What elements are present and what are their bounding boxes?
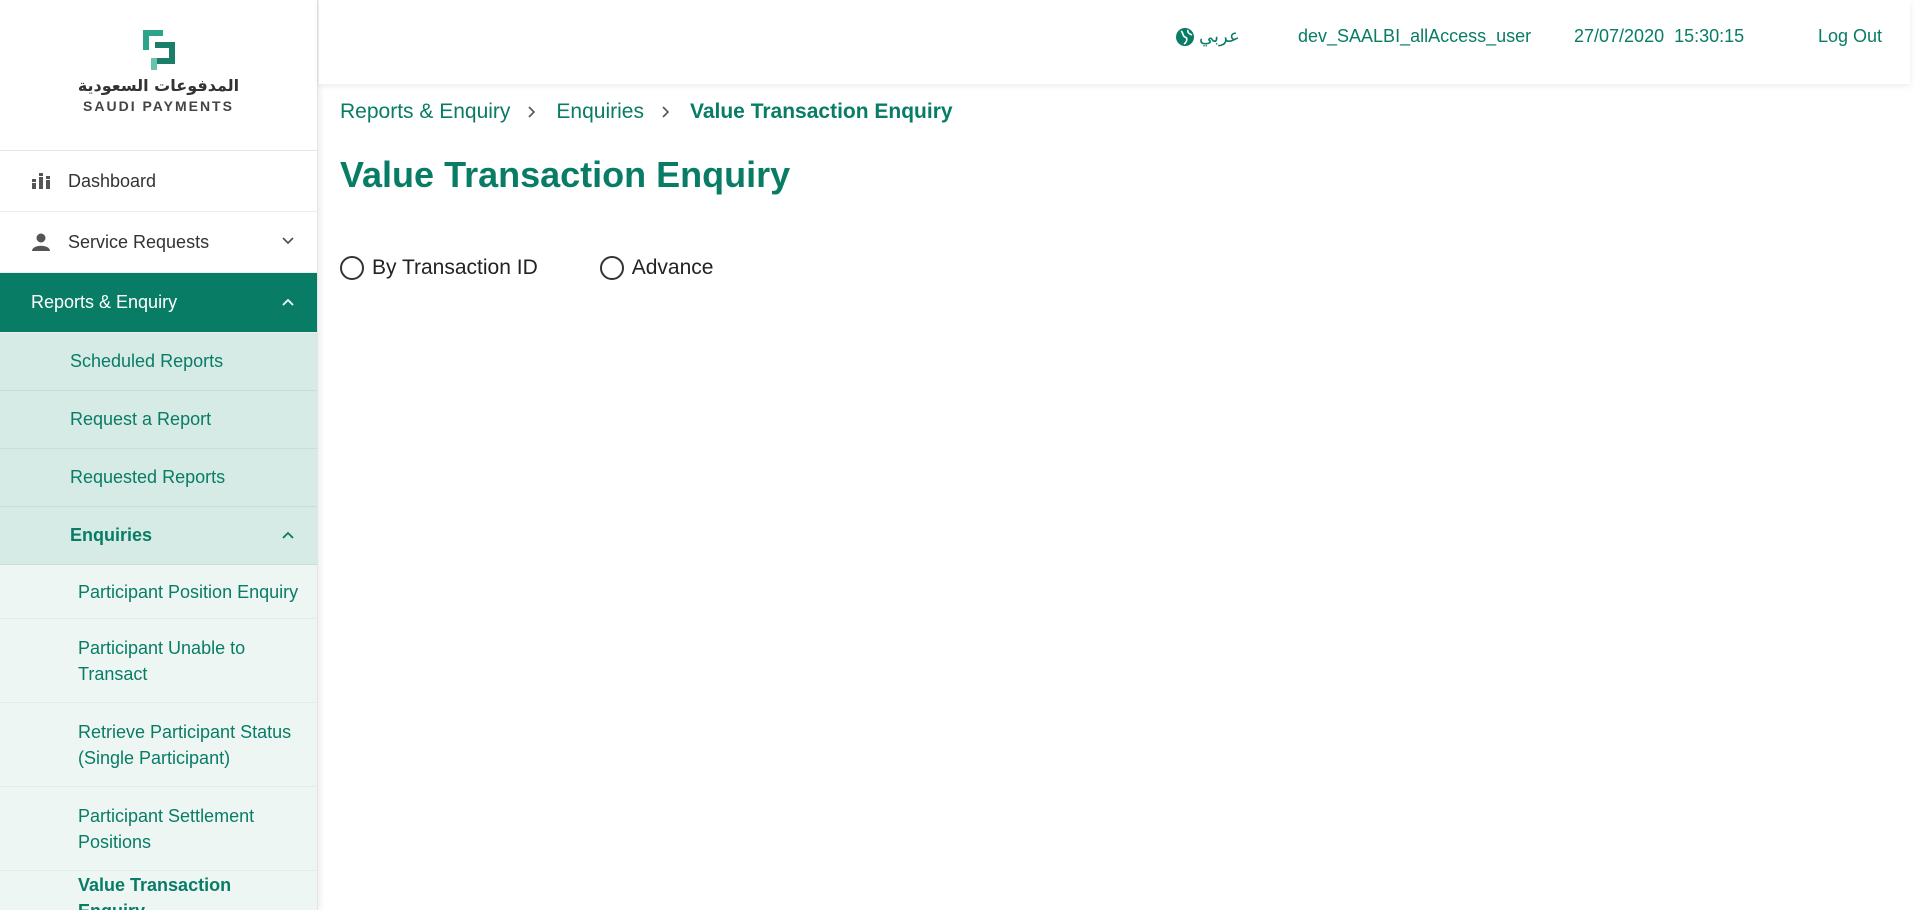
radio-label: Advance <box>631 256 714 279</box>
sidebar-item-label: Service Requests <box>68 231 210 252</box>
sidebar-item-label: Participant Settlement Positions <box>78 805 255 852</box>
sidebar-item-label: Request a Report <box>70 409 212 429</box>
sidebar-item-retrieve-participant-status[interactable]: Retrieve Participant Status (Single Part… <box>0 703 317 787</box>
logo-arabic-text: المدفوعات السعودية <box>77 76 240 95</box>
sidebar-item-label: Retrieve Participant Status (Single Part… <box>78 721 292 768</box>
chevron-down-icon <box>282 237 294 245</box>
logout-button[interactable]: Log Out <box>1818 26 1882 47</box>
sidebar-item-request-a-report[interactable]: Request a Report <box>0 391 317 449</box>
language-switch[interactable]: عربي <box>1175 26 1240 47</box>
breadcrumb-item-reports-enquiry[interactable]: Reports & Enquiry <box>340 100 510 124</box>
breadcrumb-item-current: Value Transaction Enquiry <box>689 100 953 123</box>
logo-english-text: SAUDI PAYMENTS <box>83 98 234 114</box>
sidebar-item-participant-settlement-positions[interactable]: Participant Settlement Positions <box>0 787 317 871</box>
enquiry-type-radio-group: By Transaction ID Advance <box>340 256 775 280</box>
sidebar-item-label: Reports & Enquiry <box>31 292 178 312</box>
chevron-right-icon <box>662 106 670 118</box>
sidebar-item-label: Enquiries <box>70 525 153 545</box>
top-header: عربي dev_SAALBI_allAccess_user 27/07/202… <box>319 0 1910 84</box>
user-icon <box>30 233 52 251</box>
sidebar-item-value-transaction-enquiry[interactable]: Value Transaction Enquiry <box>0 871 317 910</box>
sidebar-item-scheduled-reports[interactable]: Scheduled Reports <box>0 333 317 391</box>
radio-by-transaction-id[interactable]: By Transaction ID <box>340 256 538 280</box>
chevron-up-icon <box>282 531 294 539</box>
chevron-up-icon <box>282 298 294 306</box>
sidebar-item-label: Participant Unable to Transact <box>78 637 246 684</box>
language-label: عربي <box>1199 26 1240 46</box>
logo[interactable]: المدفوعات السعودية SAUDI PAYMENTS <box>0 0 317 151</box>
page-title: Value Transaction Enquiry <box>340 154 791 195</box>
breadcrumb-item-enquiries[interactable]: Enquiries <box>556 100 644 124</box>
chevron-right-icon <box>528 106 536 118</box>
sidebar-item-label: Requested Reports <box>70 467 226 487</box>
sidebar-item-participant-unable-to-transact[interactable]: Participant Unable to Transact <box>0 619 317 703</box>
sidebar: المدفوعات السعودية SAUDI PAYMENTS Dashbo… <box>0 0 318 910</box>
sidebar-item-requested-reports[interactable]: Requested Reports <box>0 449 317 507</box>
breadcrumb: Reports & Enquiry Enquiries Value Transa… <box>340 100 953 124</box>
sidebar-item-label: Value Transaction Enquiry <box>78 874 232 910</box>
sidebar-item-label: Scheduled Reports <box>70 351 224 371</box>
radio-label: By Transaction ID <box>372 256 538 279</box>
radio-circle[interactable] <box>599 256 624 280</box>
sidebar-item-service-requests[interactable]: Service Requests <box>0 212 317 273</box>
sidebar-item-participant-position-enquiry[interactable]: Participant Position Enquiry <box>0 565 317 619</box>
sidebar-item-label: Dashboard <box>68 170 157 191</box>
dashboard-icon <box>30 173 52 189</box>
sidebar-item-label: Participant Position Enquiry <box>78 581 299 602</box>
saudi-payments-logo-icon <box>142 30 175 70</box>
sidebar-item-enquiries[interactable]: Enquiries <box>0 507 317 565</box>
radio-advance[interactable]: Advance <box>599 256 714 280</box>
globe-icon <box>1176 27 1194 46</box>
current-datetime: 27/07/2020 15:30:15 <box>1574 26 1745 46</box>
sidebar-item-dashboard[interactable]: Dashboard <box>0 151 317 212</box>
username[interactable]: dev_SAALBI_allAccess_user <box>1298 26 1531 47</box>
sidebar-item-reports-enquiry[interactable]: Reports & Enquiry <box>0 273 317 333</box>
radio-circle[interactable] <box>340 256 364 280</box>
